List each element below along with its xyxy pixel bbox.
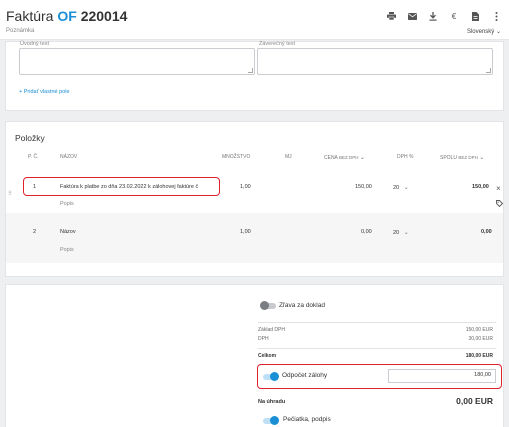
stamp-toggle[interactable]: [263, 416, 279, 425]
col-qty: MNOŽSTVO: [222, 154, 251, 160]
resize-handle-icon[interactable]: [248, 68, 253, 73]
top-bar: Faktúra OF 220014 Poznámka € Slovenský ⌄: [0, 0, 509, 40]
row-background: [6, 213, 503, 263]
close-icon[interactable]: ×: [496, 184, 501, 193]
page-title: Faktúra OF 220014: [6, 8, 127, 24]
row-vat-select[interactable]: 20 ⌄: [393, 184, 409, 191]
toggle-knob: [260, 301, 269, 310]
vat-label: DPH: [258, 336, 269, 342]
due-value: 0,00 EUR: [456, 396, 493, 406]
discount-toggle[interactable]: [260, 301, 276, 310]
base-value: 150,00 EUR: [465, 327, 493, 333]
euro-icon[interactable]: €: [449, 11, 459, 21]
intro-text-label: Úvodný text: [20, 41, 50, 47]
row-num: 2: [33, 229, 37, 235]
row-qty[interactable]: 1,00: [240, 229, 251, 235]
page-subtitle: Poznámka: [6, 28, 35, 34]
closing-text-field[interactable]: [257, 48, 493, 75]
row-total: 150,00: [472, 184, 489, 190]
resize-handle-icon[interactable]: [486, 68, 491, 73]
col-vat: DPH %: [397, 154, 414, 160]
toolbar: €: [386, 11, 501, 21]
print-icon[interactable]: [386, 11, 396, 21]
summary-card: Zľava za doklad Základ DPH 150,00 EUR DP…: [5, 284, 504, 427]
items-title: Položky: [15, 133, 45, 143]
drag-handle-icon[interactable]: ⠿: [8, 191, 12, 197]
chevron-down-icon: ⌄: [479, 155, 485, 161]
col-total-label: SPOLU: [440, 155, 457, 161]
row-qty[interactable]: 1,00: [240, 184, 251, 190]
closing-text-label: Záverečný text: [259, 41, 296, 47]
total-value: 180,00 EUR: [465, 353, 493, 359]
vat-value: 30,00 EUR: [468, 336, 493, 342]
intro-text-field[interactable]: [19, 48, 255, 75]
language-value: Slovenský: [466, 29, 495, 35]
col-num: P. Č.: [28, 154, 39, 160]
row-total: 0,00: [481, 229, 492, 235]
row-vat-value: 20: [393, 230, 400, 236]
title-series: OF: [57, 8, 77, 24]
divider: [258, 322, 496, 323]
row-name-input[interactable]: Názov: [60, 229, 76, 235]
divider: [258, 348, 496, 349]
col-price[interactable]: CENA BEZ DPH ⌄: [324, 154, 365, 161]
add-custom-field-link[interactable]: + Pridať vlastné pole: [19, 89, 70, 95]
toggle-knob: [270, 416, 279, 425]
title-number: 220014: [80, 8, 128, 24]
due-label: Na úhradu: [258, 399, 286, 405]
col-name: NÁZOV: [60, 154, 78, 160]
col-price-sub: BEZ DPH: [339, 155, 359, 160]
row-price[interactable]: 150,00: [355, 184, 372, 190]
notes-card: Úvodný text Záverečný text + Pridať vlas…: [5, 41, 504, 111]
chevron-down-icon: ⌄: [495, 29, 501, 35]
col-unit: MJ: [285, 154, 292, 160]
chevron-down-icon: ⌄: [359, 155, 365, 161]
chevron-down-icon: ⌄: [403, 230, 409, 236]
base-label: Základ DPH: [258, 327, 285, 333]
items-card: Položky P. Č. NÁZOV MNOŽSTVO MJ CENA BEZ…: [5, 121, 504, 277]
highlight-box: [257, 364, 502, 389]
discount-label: Zľava za doklad: [279, 302, 325, 309]
tag-icon[interactable]: [496, 200, 504, 209]
row-price[interactable]: 0,00: [361, 229, 372, 235]
col-total-sub: BEZ DPH: [458, 155, 478, 160]
col-price-label: CENA: [324, 155, 338, 161]
title-prefix: Faktúra: [6, 8, 54, 24]
highlight-box: [23, 177, 220, 196]
more-vertical-icon[interactable]: [491, 11, 501, 21]
stamp-label: Pečiatka, podpis: [283, 416, 331, 423]
chevron-down-icon: ⌄: [403, 185, 409, 191]
email-icon[interactable]: [407, 11, 417, 21]
language-select[interactable]: Slovenský ⌄: [467, 28, 501, 35]
download-icon[interactable]: [428, 11, 438, 21]
row-vat-select[interactable]: 20 ⌄: [393, 229, 409, 236]
row-vat-value: 20: [393, 185, 400, 191]
document-icon[interactable]: [470, 11, 480, 21]
row-desc[interactable]: Popis: [60, 247, 74, 253]
total-label: Celkom: [258, 353, 277, 359]
row-desc[interactable]: Popis: [60, 201, 74, 207]
col-total[interactable]: SPOLU BEZ DPH ⌄: [440, 154, 484, 161]
